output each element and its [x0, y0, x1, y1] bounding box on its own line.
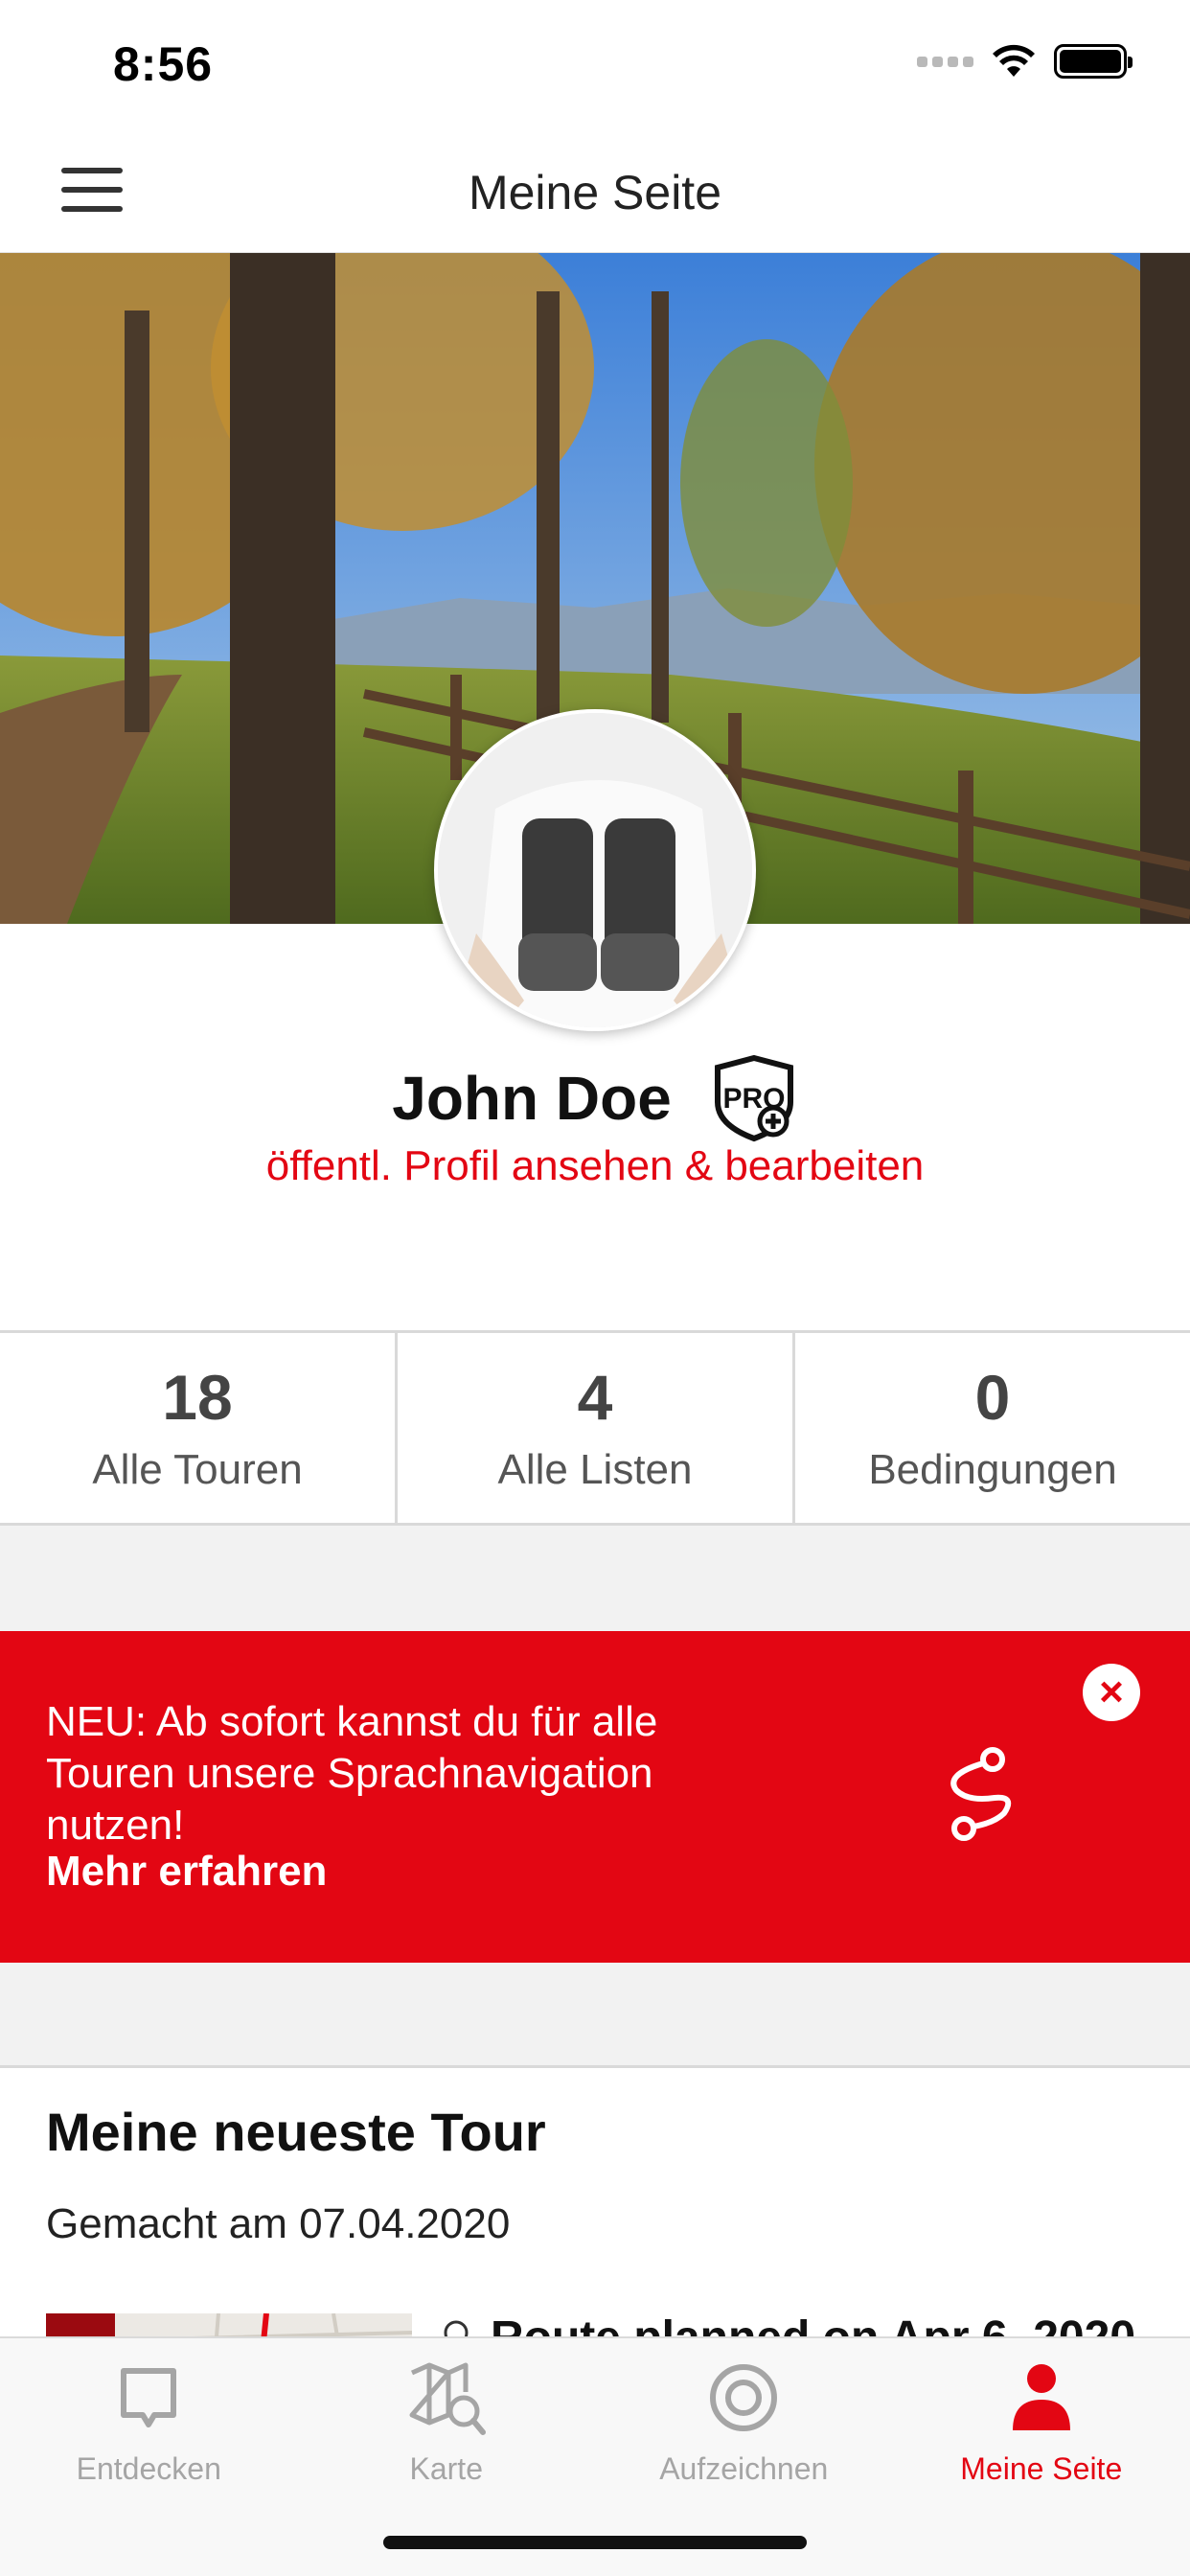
profile-name-row: John Doe PRO [0, 1054, 1190, 1142]
section-spacer [0, 1963, 1190, 2068]
section-spacer [0, 1526, 1190, 1631]
page: 8:56 Meine Seite John Doe PRO öffentl. P… [0, 0, 1190, 2576]
stat-label: Bedingungen [868, 1446, 1117, 1493]
profile-name: John Doe [392, 1064, 672, 1133]
stat-label: Alle Touren [92, 1446, 303, 1493]
status-time: 8:56 [113, 37, 214, 91]
tab-label: Entdecken [76, 2451, 221, 2486]
tab-meine-seite[interactable]: Meine Seite [893, 2338, 1190, 2576]
map-search-icon [409, 2362, 486, 2435]
stat-value: 4 [577, 1362, 613, 1433]
promo-text: NEU: Ab sofort kannst du für alle Touren… [46, 1698, 658, 1849]
tab-entdecken[interactable]: Entdecken [0, 2338, 298, 2576]
navigation-bar: Meine Seite [0, 126, 1190, 253]
person-icon [1012, 2364, 1070, 2430]
latest-tour-heading: Meine neueste Tour [46, 2102, 546, 2162]
pro-badge-icon: PRO [714, 1054, 793, 1142]
stat-label: Alle Listen [497, 1446, 693, 1493]
edit-profile-link[interactable]: öffentl. Profil ansehen & bearbeiten [0, 1142, 1190, 1190]
latest-tour-date: Gemacht am 07.04.2020 [46, 2200, 511, 2247]
record-icon [710, 2364, 778, 2431]
page-title: Meine Seite [468, 166, 722, 219]
battery-icon [1054, 44, 1133, 79]
tab-label: Aufzeichnen [659, 2451, 829, 2486]
chat-bubble-icon [121, 2368, 177, 2427]
tab-label: Meine Seite [960, 2451, 1123, 2486]
stat-all-tours[interactable]: 18 Alle Touren [0, 1333, 398, 1523]
route-icon [950, 1747, 1012, 1841]
stat-value: 18 [162, 1362, 233, 1433]
wifi-icon [993, 44, 1035, 77]
stat-all-lists[interactable]: 4 Alle Listen [398, 1333, 795, 1523]
learn-more-link[interactable]: Mehr erfahren [46, 1848, 327, 1896]
stat-value: 0 [974, 1362, 1011, 1433]
status-bar: 8:56 [0, 0, 1190, 126]
avatar[interactable] [434, 709, 756, 1031]
tab-label: Karte [409, 2451, 483, 2486]
promo-banner[interactable]: NEU: Ab sofort kannst du für alle Touren… [0, 1631, 1190, 1963]
home-indicator [383, 2536, 807, 2549]
stat-conditions[interactable]: 0 Bedingungen [795, 1333, 1190, 1523]
close-icon[interactable]: × [1083, 1664, 1140, 1721]
status-icons [917, 44, 1133, 79]
stats-bar: 18 Alle Touren 4 Alle Listen 0 Bedingung… [0, 1330, 1190, 1526]
signal-icon [917, 56, 973, 67]
